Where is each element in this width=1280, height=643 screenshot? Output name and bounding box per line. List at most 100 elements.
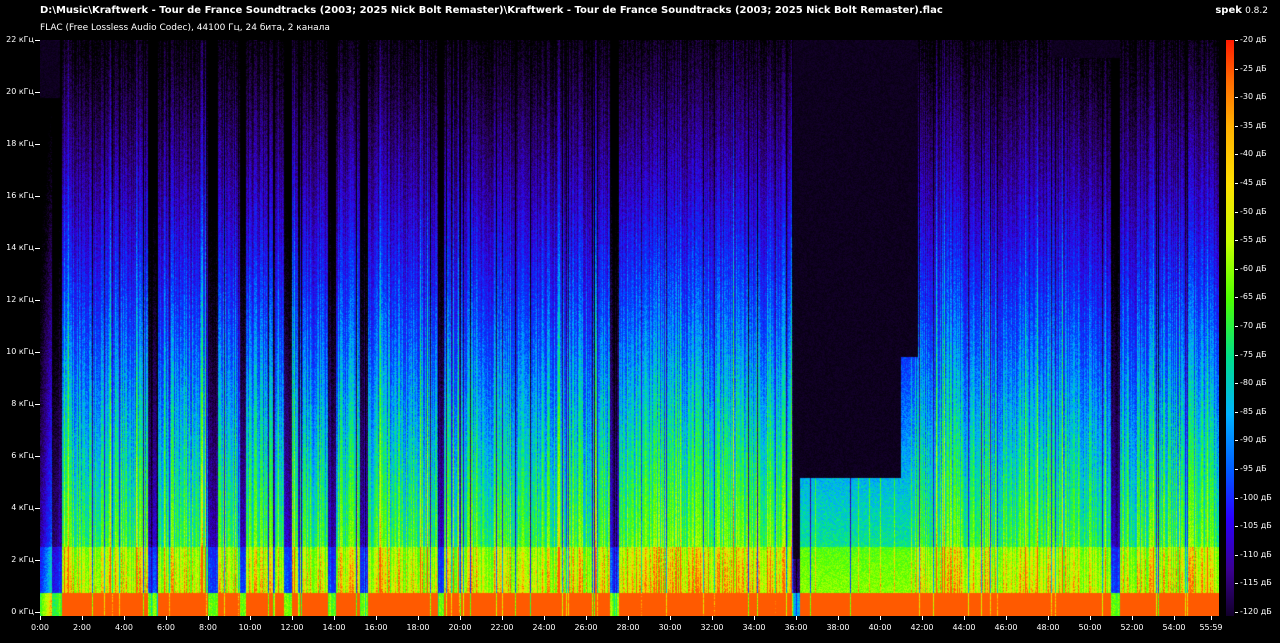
time-tick-label: 12:00: [280, 623, 304, 632]
time-tick-label: 34:00: [742, 623, 766, 632]
time-tick-label: 14:00: [322, 623, 346, 632]
freq-tick-mark: [35, 560, 40, 561]
time-tick-label: 10:00: [238, 623, 262, 632]
time-tick-mark: [82, 616, 83, 620]
time-tick-mark: [376, 616, 377, 620]
time-tick-label: 52:00: [1120, 623, 1144, 632]
db-tick-mark: [1235, 183, 1238, 184]
time-tick-mark: [418, 616, 419, 620]
db-tick-mark: [1235, 383, 1238, 385]
time-tick-label: 44:00: [952, 623, 976, 632]
freq-tick-label: 4 кГц: [11, 503, 34, 512]
freq-tick-mark: [35, 404, 40, 405]
freq-tick-label: 12 кГц: [6, 295, 34, 304]
time-tick-label: 36:00: [784, 623, 808, 632]
app-version: 0.8.2: [1245, 6, 1268, 16]
app-name: spek: [1215, 5, 1242, 16]
db-tick-mark: [1235, 497, 1238, 499]
time-tick-mark: [1006, 616, 1007, 620]
time-tick-label: 55:59: [1199, 623, 1223, 632]
freq-tick-label: 2 кГц: [11, 555, 34, 564]
db-tick-label: -35 дБ: [1240, 120, 1267, 130]
time-tick-mark: [1174, 616, 1175, 620]
db-tick-mark: [1235, 40, 1238, 41]
time-tick-mark: [586, 616, 587, 620]
db-tick-mark: [1235, 211, 1238, 213]
db-tick-mark: [1235, 526, 1238, 528]
time-tick-label: 0:00: [31, 623, 49, 632]
time-tick-mark: [292, 616, 293, 620]
time-tick-label: 2:00: [73, 623, 91, 632]
freq-tick-mark: [35, 196, 40, 197]
time-tick-label: 42:00: [910, 623, 934, 632]
freq-tick-label: 10 кГц: [6, 347, 34, 356]
freq-tick-mark: [35, 508, 40, 509]
db-tick-label: -105 дБ: [1240, 521, 1272, 531]
db-tick-label: -40 дБ: [1240, 149, 1267, 159]
time-tick-mark: [754, 616, 755, 620]
db-tick-label: -100 дБ: [1240, 492, 1272, 502]
time-tick-mark: [544, 616, 545, 620]
db-tick-label: -95 дБ: [1240, 464, 1267, 473]
db-tick-label: -110 дБ: [1240, 549, 1272, 559]
db-tick-mark: [1235, 154, 1238, 156]
time-tick-mark: [1132, 616, 1133, 620]
time-tick-label: 32:00: [700, 623, 724, 632]
time-tick-mark: [124, 616, 125, 620]
db-tick-mark: [1235, 268, 1238, 270]
time-tick-label: 22:00: [490, 623, 514, 632]
freq-tick-mark: [35, 612, 40, 613]
freq-tick-mark: [35, 92, 40, 93]
db-tick-label: -120 дБ: [1240, 607, 1272, 616]
db-tick-label: -30 дБ: [1240, 92, 1267, 102]
app-brand: spek 0.8.2: [1215, 5, 1268, 16]
time-tick-mark: [712, 616, 713, 620]
time-tick-label: 54:00: [1162, 623, 1186, 632]
db-tick-mark: [1235, 125, 1238, 127]
db-tick-mark: [1235, 469, 1238, 470]
freq-tick-label: 8 кГц: [11, 399, 34, 408]
db-colorbar: [1226, 40, 1234, 616]
db-tick-label: -115 дБ: [1240, 578, 1272, 588]
time-tick-mark: [838, 616, 839, 620]
time-tick-label: 46:00: [994, 623, 1018, 632]
freq-tick-mark: [35, 456, 40, 457]
time-tick-label: 16:00: [364, 623, 388, 632]
freq-tick-mark: [35, 144, 40, 145]
db-tick-label: -75 дБ: [1240, 349, 1267, 359]
time-tick-label: 30:00: [658, 623, 682, 632]
time-tick-label: 4:00: [115, 623, 133, 632]
freq-tick-mark: [35, 352, 40, 353]
time-tick-mark: [796, 616, 797, 620]
freq-tick-label: 14 кГц: [6, 243, 34, 252]
time-tick-mark: [1048, 616, 1049, 620]
db-tick-label: -85 дБ: [1240, 406, 1267, 416]
time-tick-mark: [460, 616, 461, 620]
db-tick-mark: [1235, 554, 1238, 556]
time-tick-mark: [964, 616, 965, 620]
time-tick-mark: [670, 616, 671, 620]
time-tick-mark: [1090, 616, 1091, 620]
time-tick-mark: [1211, 616, 1212, 620]
time-tick-label: 48:00: [1036, 623, 1060, 632]
freq-tick-label: 0 кГц: [11, 607, 34, 616]
db-tick-mark: [1235, 440, 1238, 442]
time-tick-label: 26:00: [574, 623, 598, 632]
freq-tick-label: 20 кГц: [6, 87, 34, 96]
db-tick-label: -45 дБ: [1240, 178, 1267, 187]
time-tick-label: 40:00: [868, 623, 892, 632]
time-tick-label: 20:00: [448, 623, 472, 632]
time-tick-label: 18:00: [406, 623, 430, 632]
time-tick-label: 8:00: [199, 623, 217, 632]
freq-tick-label: 16 кГц: [6, 191, 34, 200]
db-tick-mark: [1235, 97, 1238, 99]
file-info: FLAC (Free Lossless Audio Codec), 44100 …: [40, 23, 330, 33]
freq-tick-label: 22 кГц: [6, 35, 34, 44]
db-tick-label: -55 дБ: [1240, 235, 1267, 245]
db-tick-label: -90 дБ: [1240, 435, 1267, 445]
db-tick-mark: [1235, 68, 1238, 70]
spectrogram[interactable]: [40, 40, 1219, 616]
db-tick-label: -80 дБ: [1240, 378, 1267, 388]
db-tick-label: -65 дБ: [1240, 292, 1267, 302]
db-tick-mark: [1235, 240, 1238, 242]
